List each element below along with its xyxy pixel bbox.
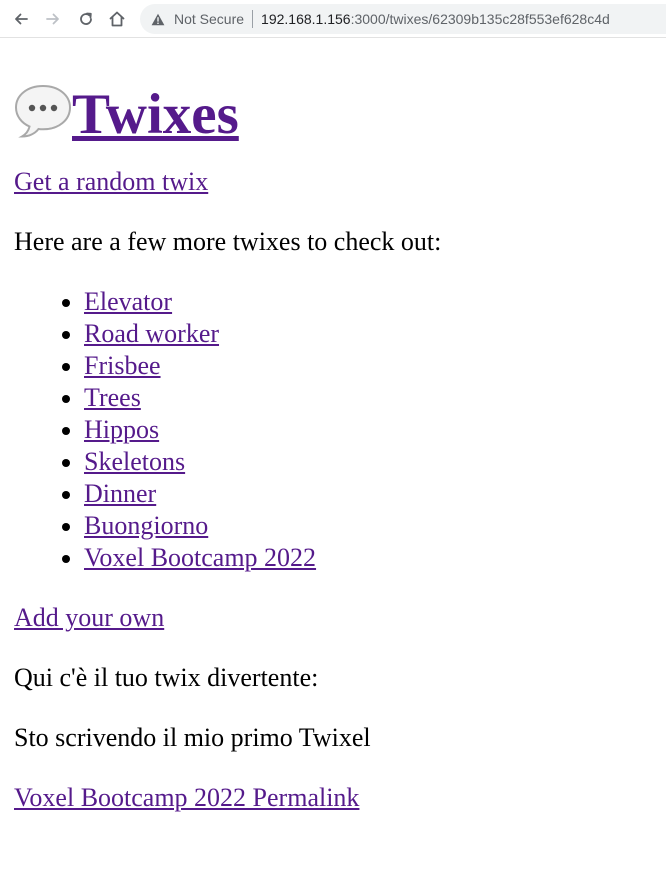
add-twix-paragraph: Add your own <box>14 602 654 634</box>
back-arrow-icon[interactable] <box>11 9 31 29</box>
url-text[interactable]: 192.168.1.156:3000/twixes/62309b135c28f5… <box>261 11 610 27</box>
twix-link-dinner[interactable]: Dinner <box>84 479 156 508</box>
title-link[interactable]: Twixes <box>14 83 239 146</box>
forward-arrow-icon[interactable] <box>43 9 63 29</box>
list-item: Road worker <box>84 318 654 350</box>
twix-heading: Qui c'è il tuo twix divertente: <box>14 663 319 692</box>
url-path: :3000/twixes/62309b135c28f553ef628c4d <box>350 11 610 27</box>
speech-bubble-icon <box>14 83 72 139</box>
list-item: Hippos <box>84 414 654 446</box>
address-bar-divider <box>252 10 254 28</box>
twix-content: Sto scrivendo il mio primo Twixel <box>14 723 371 752</box>
twix-link-voxel-bootcamp[interactable]: Voxel Bootcamp 2022 <box>84 543 316 572</box>
list-item: Trees <box>84 382 654 414</box>
list-item: Dinner <box>84 478 654 510</box>
url-host: 192.168.1.156 <box>261 11 351 27</box>
warning-triangle-icon[interactable] <box>150 11 166 27</box>
list-item: Buongiorno <box>84 510 654 542</box>
twix-link-road-worker[interactable]: Road worker <box>84 319 219 348</box>
list-item: Skeletons <box>84 446 654 478</box>
twix-link-elevator[interactable]: Elevator <box>84 287 172 316</box>
page-content: Twixes Get a random twix Here are a few … <box>14 38 654 814</box>
address-bar[interactable]: Not Secure 192.168.1.156:3000/twixes/623… <box>140 4 666 34</box>
twix-list: Elevator Road worker Frisbee Trees Hippo… <box>14 286 654 574</box>
list-item: Elevator <box>84 286 654 318</box>
twix-link-buongiorno[interactable]: Buongiorno <box>84 511 208 540</box>
twix-link-frisbee[interactable]: Frisbee <box>84 351 161 380</box>
home-icon[interactable] <box>107 9 127 29</box>
browser-toolbar: Not Secure 192.168.1.156:3000/twixes/623… <box>0 0 666 38</box>
twix-link-skeletons[interactable]: Skeletons <box>84 447 185 476</box>
permalink-paragraph: Voxel Bootcamp 2022 Permalink <box>14 782 654 814</box>
permalink-link[interactable]: Voxel Bootcamp 2022 Permalink <box>14 783 359 812</box>
list-item: Voxel Bootcamp 2022 <box>84 542 654 574</box>
reload-icon[interactable] <box>76 9 96 29</box>
page-title: Twixes <box>14 82 654 148</box>
security-status-label[interactable]: Not Secure <box>174 11 244 27</box>
random-twix-link[interactable]: Get a random twix <box>14 167 208 196</box>
title-text: Twixes <box>72 83 239 146</box>
twix-link-hippos[interactable]: Hippos <box>84 415 159 444</box>
list-item: Frisbee <box>84 350 654 382</box>
more-twixes-intro: Here are a few more twixes to check out: <box>14 227 442 256</box>
twix-link-trees[interactable]: Trees <box>84 383 141 412</box>
random-twix-paragraph: Get a random twix <box>14 166 654 198</box>
add-your-own-link[interactable]: Add your own <box>14 603 164 632</box>
